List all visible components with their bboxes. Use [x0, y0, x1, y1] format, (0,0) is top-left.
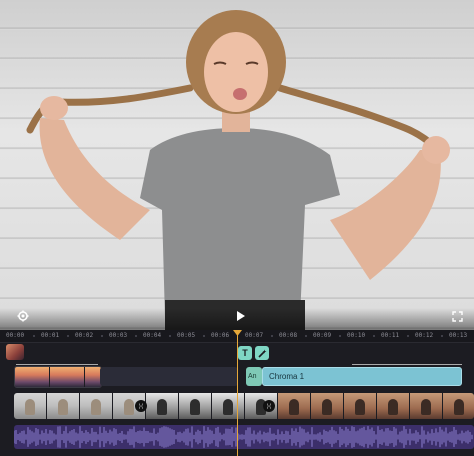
- transition-button[interactable]: ⟩⟨: [263, 400, 275, 412]
- audio-waveform: [14, 426, 473, 448]
- overlay-clip[interactable]: [100, 367, 238, 386]
- video-frame: [278, 393, 311, 419]
- ruler-label: 00:10: [347, 332, 366, 339]
- chroma-clip-label: Chroma 1: [269, 372, 305, 381]
- ruler-tick: [305, 335, 307, 337]
- magic-wand-icon[interactable]: [255, 346, 269, 360]
- preview-subject: [26, 10, 450, 330]
- ruler-label: 00:04: [143, 332, 162, 339]
- image-clip-sunset[interactable]: [14, 366, 102, 388]
- animation-clip-label: An: [248, 373, 257, 380]
- video-frame: [377, 393, 410, 419]
- ruler-tick: [135, 335, 137, 337]
- clip-trim-marker: [352, 364, 462, 365]
- chroma-clip[interactable]: Chroma 1: [262, 367, 462, 386]
- ruler-label: 00:00: [6, 332, 25, 339]
- audio-track[interactable]: [14, 425, 474, 449]
- play-icon[interactable]: [236, 310, 246, 324]
- transition-button[interactable]: ⟩⟨: [135, 400, 147, 412]
- video-frame: [443, 393, 474, 419]
- ruler-tick: [33, 335, 35, 337]
- ruler-tick: [407, 335, 409, 337]
- video-editor: 00:00 00:01 00:02 00:03 00:04 00:05 00:0…: [0, 0, 474, 456]
- video-preview: [0, 0, 474, 330]
- gear-icon[interactable]: [17, 310, 29, 324]
- video-frame: [80, 393, 113, 419]
- video-frame: [212, 393, 245, 419]
- preview-controls: [0, 308, 474, 330]
- video-frame: [410, 393, 443, 419]
- ruler-label: 00:01: [41, 332, 60, 339]
- video-frame: [14, 393, 47, 419]
- video-frame: [47, 393, 80, 419]
- text-tool-label: T: [242, 348, 248, 358]
- ruler-label: 00:07: [245, 332, 264, 339]
- ruler-tick: [339, 335, 341, 337]
- ruler-label: 00:11: [381, 332, 400, 339]
- video-frame: [311, 393, 344, 419]
- ruler-tick: [169, 335, 171, 337]
- video-frame: [344, 393, 377, 419]
- ruler-label: 00:06: [211, 332, 230, 339]
- ruler-label: 00:09: [313, 332, 332, 339]
- text-tool-button[interactable]: T: [238, 346, 252, 360]
- ruler-tick: [373, 335, 375, 337]
- ruler-label: 00:05: [177, 332, 196, 339]
- ruler-tick: [101, 335, 103, 337]
- playhead[interactable]: [237, 330, 238, 456]
- ruler-label: 00:13: [449, 332, 468, 339]
- video-track[interactable]: ⟩⟨ ⟩⟨: [14, 393, 474, 419]
- ruler-tick: [441, 335, 443, 337]
- ruler-tick: [203, 335, 205, 337]
- ruler-tick: [67, 335, 69, 337]
- ruler-tick: [271, 335, 273, 337]
- video-frame: [179, 393, 212, 419]
- timeline: 00:00 00:01 00:02 00:03 00:04 00:05 00:0…: [0, 330, 474, 456]
- fullscreen-icon[interactable]: [452, 311, 463, 324]
- animation-clip[interactable]: An: [246, 367, 262, 386]
- ruler-label: 00:02: [75, 332, 94, 339]
- ruler-label: 00:08: [279, 332, 298, 339]
- ruler-label: 00:03: [109, 332, 128, 339]
- ruler-label: 00:12: [415, 332, 434, 339]
- video-frame: [146, 393, 179, 419]
- clip-thumbnail: [50, 367, 85, 387]
- clip-trim-marker: [16, 364, 98, 365]
- sticker-clip-thumbnail[interactable]: [6, 344, 24, 360]
- clip-thumbnail: [15, 367, 50, 387]
